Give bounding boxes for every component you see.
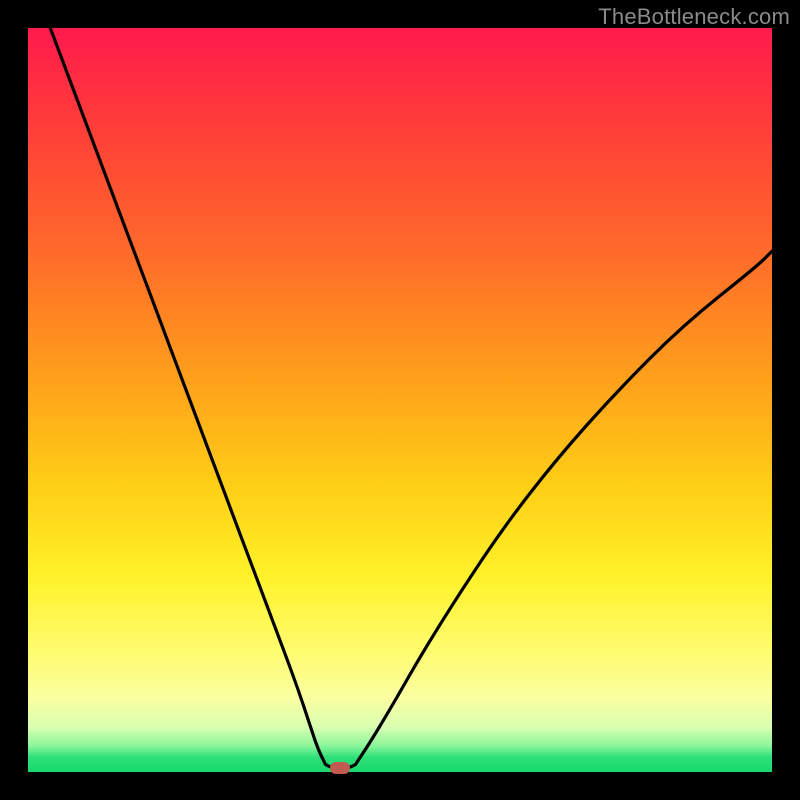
minimum-marker <box>330 762 350 774</box>
chart-frame: TheBottleneck.com <box>0 0 800 800</box>
bottleneck-curve <box>28 28 772 772</box>
chart-plot-area <box>28 28 772 772</box>
watermark-text: TheBottleneck.com <box>598 4 790 30</box>
